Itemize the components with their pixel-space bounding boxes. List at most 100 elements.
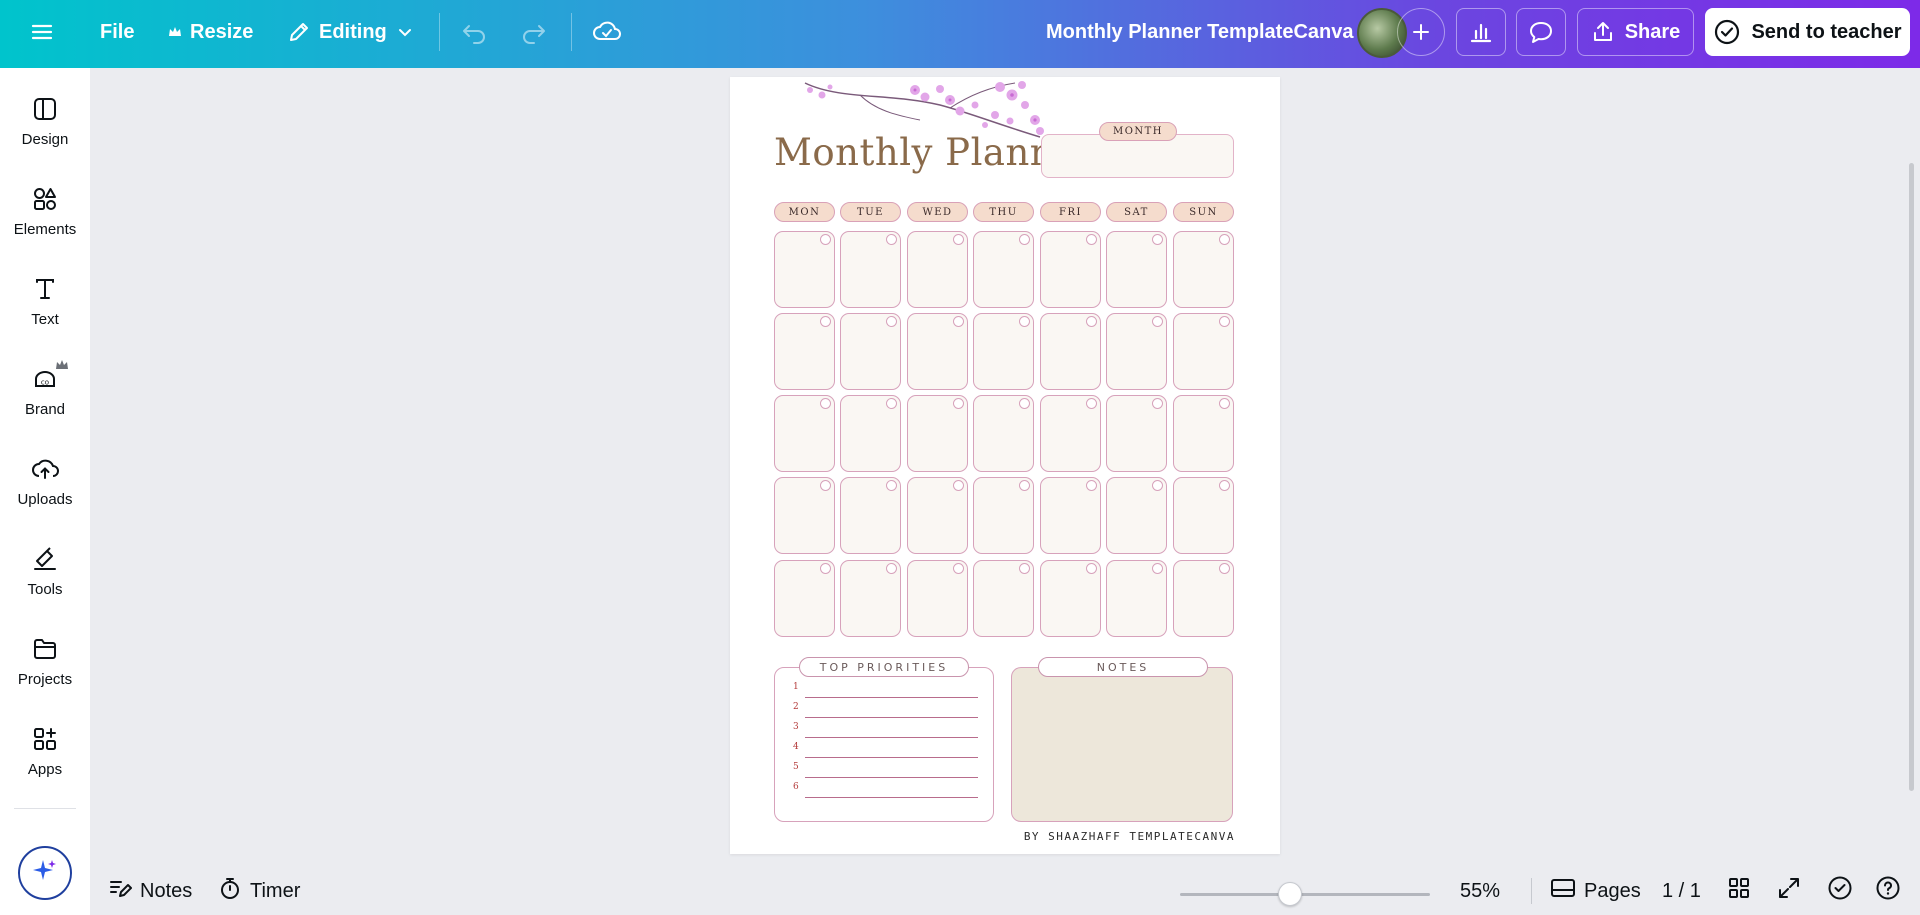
calendar-cell	[774, 477, 835, 554]
sidebar-item-design[interactable]: Design	[0, 95, 90, 175]
calendar-cell	[1173, 395, 1234, 472]
priority-number: 4	[793, 742, 799, 752]
sidebar-item-label: Tools	[27, 581, 63, 598]
undo-icon	[460, 18, 488, 46]
editing-mode-dropdown[interactable]: Editing	[287, 12, 415, 52]
calendar-cell	[840, 231, 901, 308]
top-priorities-box: 1 2 3 4 5 6	[774, 667, 994, 822]
calendar-cell	[1106, 313, 1167, 390]
day-header: FRI	[1040, 202, 1101, 222]
magic-assistant-button[interactable]	[18, 846, 72, 900]
vertical-scrollbar[interactable]	[1909, 163, 1914, 791]
resize-button[interactable]: Resize	[168, 12, 253, 52]
calendar-cell	[1173, 477, 1234, 554]
day-header: THU	[973, 202, 1034, 222]
calendar-cell	[907, 477, 968, 554]
pages-label: Pages	[1584, 879, 1641, 902]
toolbar-divider	[571, 13, 572, 51]
share-button[interactable]: Share	[1577, 8, 1694, 56]
sparkle-icon	[30, 856, 60, 891]
calendar-cell	[774, 395, 835, 472]
text-icon	[31, 275, 59, 303]
cloud-check-icon	[592, 17, 622, 47]
grid-view-button[interactable]	[1727, 875, 1751, 907]
help-button[interactable]	[1875, 875, 1901, 907]
notes-button[interactable]: Notes	[108, 875, 192, 907]
bottombar-divider	[1531, 878, 1532, 904]
sidebar-item-projects[interactable]: Projects	[0, 635, 90, 715]
pages-button[interactable]: Pages	[1550, 875, 1641, 907]
calendar-cell	[1106, 560, 1167, 637]
redo-icon	[520, 18, 548, 46]
sidebar-item-label: Uploads	[17, 491, 73, 508]
sidebar-item-label: Text	[31, 311, 59, 328]
priority-line: 1	[793, 682, 978, 702]
day-header: SAT	[1106, 202, 1167, 222]
timer-icon	[218, 876, 242, 906]
crown-icon	[168, 25, 182, 39]
help-icon	[1875, 875, 1901, 907]
sidebar-item-tools[interactable]: Tools	[0, 545, 90, 625]
file-menu-button[interactable]: File	[100, 12, 134, 52]
priority-line: 6	[793, 782, 978, 802]
fullscreen-button[interactable]	[1777, 875, 1801, 907]
grid-view-icon	[1727, 876, 1751, 906]
calendar-cell	[840, 313, 901, 390]
elements-icon	[31, 185, 59, 213]
send-to-teacher-button[interactable]: Send to teacher	[1705, 8, 1910, 56]
design-page[interactable]: Monthly Planner MONTH MON TUE WED THU FR…	[730, 77, 1280, 854]
calendar-cell	[1106, 477, 1167, 554]
document-title[interactable]: Monthly Planner TemplateCanva	[1046, 12, 1353, 52]
redo-button[interactable]	[520, 12, 548, 52]
calendar-cell	[1040, 231, 1101, 308]
chevron-down-icon	[395, 22, 415, 42]
pages-icon	[1550, 876, 1576, 906]
sidebar-item-label: Design	[21, 131, 69, 148]
calendar-cell	[774, 560, 835, 637]
day-header: WED	[907, 202, 968, 222]
expand-icon	[1777, 876, 1801, 906]
bottom-toolbar: Notes Timer 55% Pages 1 / 1	[90, 865, 1920, 915]
pencil-icon	[287, 20, 311, 44]
calendar-cell	[774, 313, 835, 390]
calendar-cell	[973, 477, 1034, 554]
check-button[interactable]	[1827, 875, 1853, 907]
hamburger-menu-icon	[30, 20, 54, 44]
brand-icon: co	[31, 360, 68, 393]
calendar-cell	[973, 560, 1034, 637]
insights-button[interactable]	[1456, 8, 1506, 56]
calendar-cell	[1040, 560, 1101, 637]
sidebar-item-text[interactable]: Text	[0, 275, 90, 355]
calendar-cell	[907, 395, 968, 472]
byline: BY SHAAZHAFF TEMPLATECANVA	[1023, 830, 1235, 843]
calendar-cell	[907, 313, 968, 390]
timer-button[interactable]: Timer	[218, 875, 300, 907]
day-header: SUN	[1173, 202, 1234, 222]
comments-button[interactable]	[1516, 8, 1566, 56]
sidebar-item-elements[interactable]: Elements	[0, 185, 90, 265]
cloud-save-status[interactable]	[592, 12, 622, 52]
calendar-cell	[1106, 395, 1167, 472]
sidebar-item-label: Elements	[13, 221, 77, 238]
calendar-cell	[1173, 560, 1234, 637]
sidebar-item-uploads[interactable]: Uploads	[0, 455, 90, 535]
add-collaborator-button[interactable]	[1397, 8, 1445, 56]
day-header: MON	[774, 202, 835, 222]
zoom-slider-handle[interactable]	[1278, 882, 1302, 906]
sidebar-item-apps[interactable]: Apps	[0, 725, 90, 805]
zoom-level-button[interactable]: 55%	[1460, 875, 1500, 907]
undo-button[interactable]	[460, 12, 488, 52]
page-count[interactable]: 1 / 1	[1662, 875, 1701, 907]
calendar-cell	[907, 231, 968, 308]
zoom-slider[interactable]	[1180, 893, 1430, 896]
calendar-cell	[840, 395, 901, 472]
sidebar-item-brand[interactable]: co Brand	[0, 360, 90, 445]
calendar-cell	[973, 395, 1034, 472]
priority-number: 5	[793, 762, 799, 772]
top-toolbar: File Resize Editing Monthly Planner Temp…	[0, 0, 1920, 68]
share-label: Share	[1624, 20, 1681, 43]
sidebar-item-label: Projects	[17, 671, 73, 688]
menu-button[interactable]	[30, 12, 54, 52]
check-circle-icon	[1827, 875, 1853, 907]
sidebar-item-label: Apps	[27, 761, 63, 778]
